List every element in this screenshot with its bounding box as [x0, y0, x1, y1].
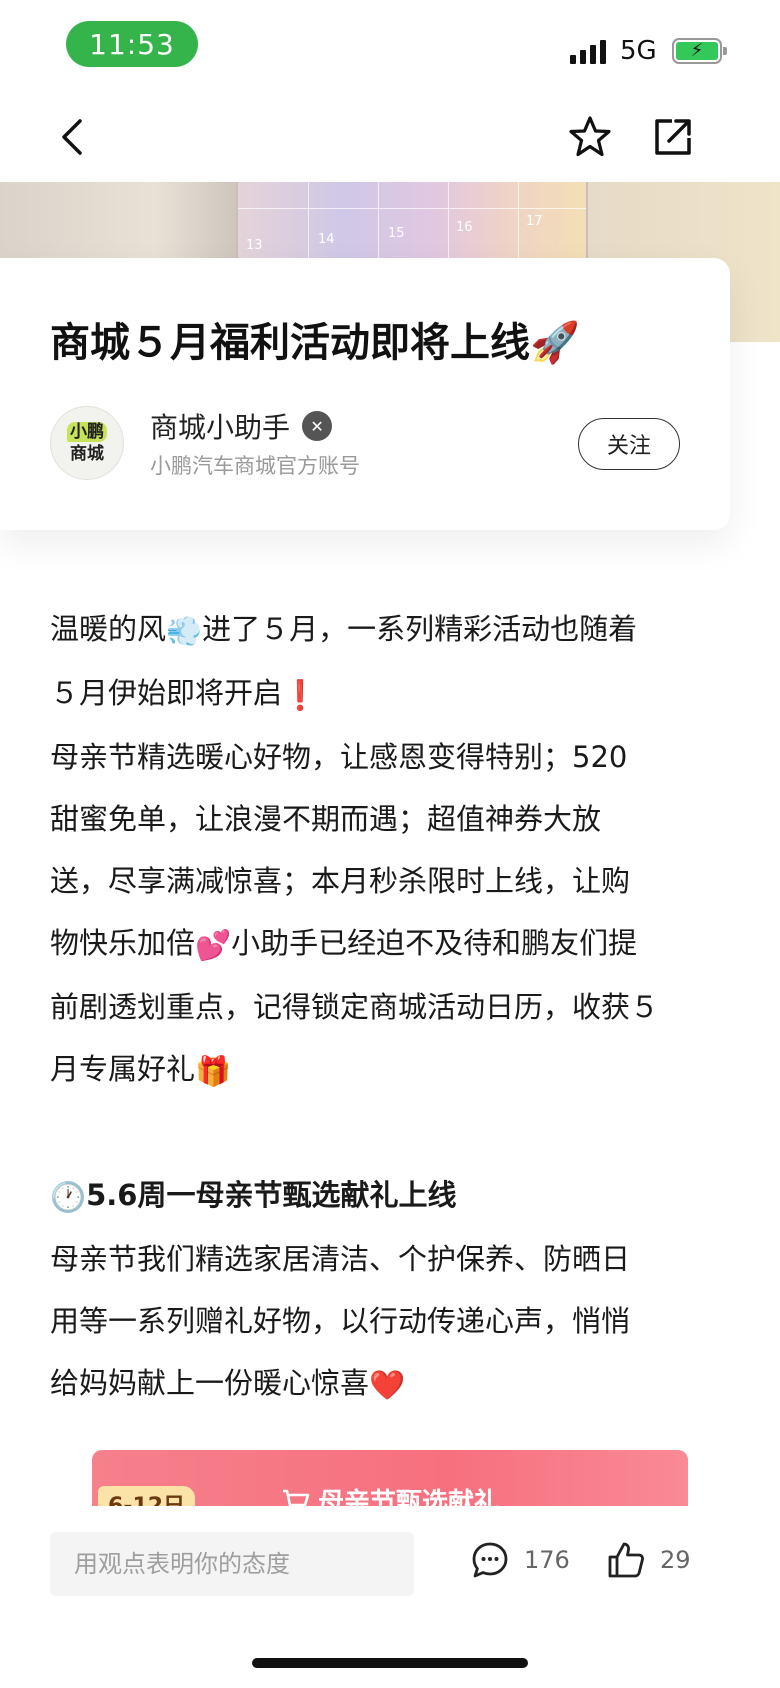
verified-badge-icon: ✕	[302, 411, 333, 441]
heart-icon: ❤️	[369, 1368, 406, 1402]
avatar-text-line2: 商城	[70, 444, 104, 464]
paragraph-line: 甜蜜免单，让浪漫不期而遇；超值神券大放	[50, 802, 602, 836]
wind-icon: 💨	[166, 614, 203, 648]
like-button[interactable]: 29	[606, 1540, 691, 1580]
comment-button[interactable]: 176	[470, 1540, 570, 1580]
like-count: 29	[660, 1546, 691, 1574]
home-indicator	[252, 1658, 528, 1668]
author-name-row[interactable]: 商城小助手 ✕	[150, 406, 333, 446]
thumbs-up-icon	[608, 1542, 644, 1578]
clock-icon: 🕐	[50, 1180, 87, 1214]
gift-icon: 🎁	[195, 1054, 232, 1088]
post-header-card: 商城５月福利活动即将上线🚀 小鹏 商城 商城小助手 ✕ 小鹏汽车商城官方账号 关…	[0, 258, 730, 530]
calendar-number: 17	[526, 214, 543, 229]
calendar-number: 16	[456, 220, 473, 235]
paragraph-line: 送，尽享满减惊喜；本月秒杀限时上线，让购	[50, 864, 631, 898]
section-heading: 🕐5.6周一母亲节甄选献礼上线	[50, 1164, 730, 1228]
paragraph-line: 物快乐加倍💕小助手已经迫不及待和鹏友们提	[50, 912, 730, 976]
promo-title: 母亲节甄选献礼	[282, 1482, 500, 1506]
share-button[interactable]	[648, 112, 698, 162]
post-title: 商城５月福利活动即将上线🚀	[50, 310, 580, 368]
status-time: 11:53	[66, 21, 198, 67]
promo-date-tag: 6-12日	[98, 1486, 196, 1506]
paragraph-line: 母亲节精选暖心好物，让感恩变得特别；520	[50, 740, 628, 774]
favorite-button[interactable]	[565, 112, 615, 162]
cart-icon	[283, 1489, 310, 1506]
avatar-text-line1: 小鹏	[67, 422, 107, 442]
avatar[interactable]: 小鹏 商城	[50, 406, 124, 480]
star-icon	[569, 116, 611, 157]
author-subtitle: 小鹏汽车商城官方账号	[150, 454, 360, 478]
status-bar: 11:53 5G ⚡	[0, 0, 780, 92]
calendar-number: 14	[318, 232, 335, 247]
paragraph-line: ５月伊始即将开启❗	[50, 662, 730, 726]
network-type: 5G	[620, 36, 657, 66]
exclamation-icon: ❗	[282, 678, 319, 712]
calendar-number: 13	[246, 238, 263, 253]
comment-input[interactable]	[50, 1532, 414, 1596]
hearts-icon: 💕	[195, 928, 232, 962]
comment-icon	[472, 1542, 508, 1578]
paragraph-line: 月专属好礼🎁	[50, 1038, 730, 1102]
back-button[interactable]	[46, 112, 96, 162]
follow-button[interactable]: 关注	[578, 418, 680, 470]
signal-icon	[570, 38, 610, 64]
paragraph-line: 给妈妈献上一份暖心惊喜❤️	[50, 1352, 730, 1416]
back-arrow-icon	[62, 119, 82, 155]
author-name: 商城小助手	[150, 411, 291, 444]
nav-bar	[0, 92, 780, 182]
paragraph-line: 温暖的风💨进了５月，一系列精彩活动也随着	[50, 598, 730, 662]
share-icon	[655, 119, 691, 155]
paragraph-line: 前剧透划重点，记得锁定商城活动日历，收获５	[50, 990, 660, 1024]
mothers-day-promo-banner[interactable]: 6-12日 母亲节甄选献礼	[92, 1450, 688, 1506]
bottom-action-bar: 176 29	[0, 1506, 780, 1688]
calendar-number: 15	[388, 226, 405, 241]
rocket-icon: 🚀	[530, 320, 580, 366]
paragraph-line: 用等一系列赠礼好物，以行动传递心声，悄悄	[50, 1304, 631, 1338]
article-body: 温暖的风💨进了５月，一系列精彩活动也随着 ５月伊始即将开启❗ 母亲节精选暖心好物…	[50, 598, 730, 1416]
paragraph-line: 母亲节我们精选家居清洁、个护保养、防晒日	[50, 1242, 631, 1276]
post-title-text: 商城５月福利活动即将上线	[50, 320, 530, 366]
battery-icon: ⚡	[672, 38, 727, 64]
comment-count: 176	[524, 1546, 570, 1574]
